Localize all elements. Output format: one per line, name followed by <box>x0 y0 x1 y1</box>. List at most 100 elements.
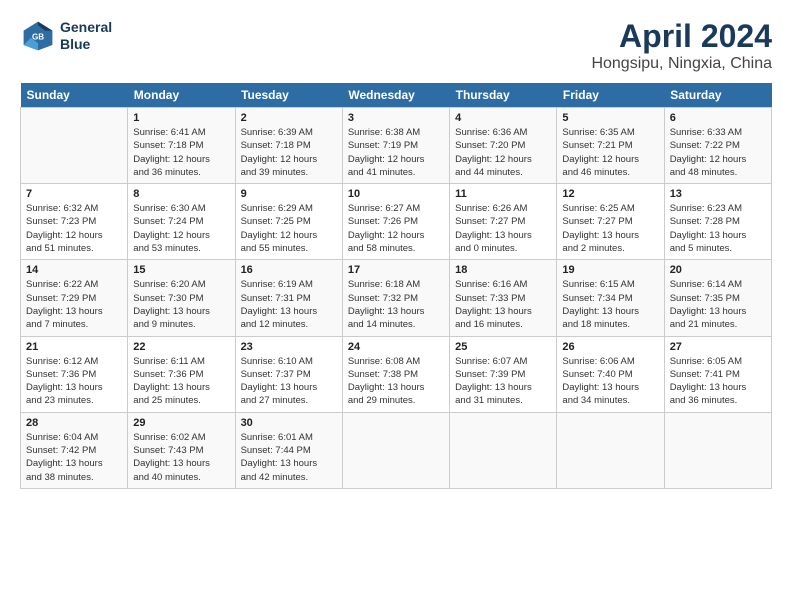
logo-icon: GB <box>20 18 56 54</box>
day-number: 19 <box>562 264 658 276</box>
calendar-cell <box>21 108 128 184</box>
day-number: 11 <box>455 188 551 200</box>
calendar-cell: 11 Sunrise: 6:26 AM Sunset: 7:27 PM Dayli… <box>450 184 557 260</box>
title-block: April 2024 Hongsipu, Ningxia, China <box>591 18 772 73</box>
day-info: Sunrise: 6:11 AM Sunset: 7:36 PM Dayligh… <box>133 355 229 408</box>
week-row-5: 28 Sunrise: 6:04 AM Sunset: 7:42 PM Dayli… <box>21 412 772 488</box>
calendar-cell: 25Sunrise: 6:07 AM Sunset: 7:39 PM Dayli… <box>450 336 557 412</box>
day-info: Sunrise: 6:30 AM Sunset: 7:24 PM Dayligh… <box>133 202 229 255</box>
day-number: 28 <box>26 417 122 429</box>
main-title: April 2024 <box>591 18 772 55</box>
day-info: Sunrise: 6:25 AM Sunset: 7:27 PM Dayligh… <box>562 202 658 255</box>
week-row-3: 14Sunrise: 6:22 AM Sunset: 7:29 PM Dayli… <box>21 260 772 336</box>
day-number: 6 <box>670 112 766 124</box>
calendar-cell <box>342 412 449 488</box>
calendar-cell: 27 Sunrise: 6:05 AM Sunset: 7:41 PM Dayli… <box>664 336 771 412</box>
day-info: Sunrise: 6:14 AM Sunset: 7:35 PM Dayligh… <box>670 278 766 331</box>
calendar-cell: 19 Sunrise: 6:15 AM Sunset: 7:34 PM Dayli… <box>557 260 664 336</box>
calendar-cell: 18 Sunrise: 6:16 AM Sunset: 7:33 PM Dayli… <box>450 260 557 336</box>
calendar-cell: 24 Sunrise: 6:08 AM Sunset: 7:38 PM Dayli… <box>342 336 449 412</box>
logo-text: General Blue <box>60 19 112 53</box>
day-info: Sunrise: 6:15 AM Sunset: 7:34 PM Dayligh… <box>562 278 658 331</box>
day-info: Sunrise: 6:05 AM Sunset: 7:41 PM Dayligh… <box>670 355 766 408</box>
calendar-cell: 13 Sunrise: 6:23 AM Sunset: 7:28 PM Dayli… <box>664 184 771 260</box>
day-number: 17 <box>348 264 444 276</box>
day-info: Sunrise: 6:18 AM Sunset: 7:32 PM Dayligh… <box>348 278 444 331</box>
day-info: Sunrise: 6:07 AM Sunset: 7:39 PM Dayligh… <box>455 355 551 408</box>
calendar-cell: 7Sunrise: 6:32 AM Sunset: 7:23 PM Daylig… <box>21 184 128 260</box>
calendar-cell: 14Sunrise: 6:22 AM Sunset: 7:29 PM Dayli… <box>21 260 128 336</box>
day-number: 10 <box>348 188 444 200</box>
calendar-cell: 3Sunrise: 6:38 AM Sunset: 7:19 PM Daylig… <box>342 108 449 184</box>
header: GB General Blue April 2024 Hongsipu, Nin… <box>20 18 772 73</box>
day-number: 29 <box>133 417 229 429</box>
calendar-cell: 22 Sunrise: 6:11 AM Sunset: 7:36 PM Dayli… <box>128 336 235 412</box>
day-number: 13 <box>670 188 766 200</box>
svg-text:GB: GB <box>32 33 44 42</box>
day-info: Sunrise: 6:22 AM Sunset: 7:29 PM Dayligh… <box>26 278 122 331</box>
day-number: 15 <box>133 264 229 276</box>
day-number: 30 <box>241 417 337 429</box>
day-info: Sunrise: 6:01 AM Sunset: 7:44 PM Dayligh… <box>241 431 337 484</box>
day-info: Sunrise: 6:19 AM Sunset: 7:31 PM Dayligh… <box>241 278 337 331</box>
subtitle: Hongsipu, Ningxia, China <box>591 55 772 73</box>
day-info: Sunrise: 6:39 AM Sunset: 7:18 PM Dayligh… <box>241 126 337 179</box>
day-number: 12 <box>562 188 658 200</box>
col-header-monday: Monday <box>128 83 235 108</box>
calendar-cell: 21Sunrise: 6:12 AM Sunset: 7:36 PM Dayli… <box>21 336 128 412</box>
day-number: 5 <box>562 112 658 124</box>
day-number: 24 <box>348 341 444 353</box>
day-number: 26 <box>562 341 658 353</box>
calendar-cell: 8 Sunrise: 6:30 AM Sunset: 7:24 PM Daylig… <box>128 184 235 260</box>
day-info: Sunrise: 6:29 AM Sunset: 7:25 PM Dayligh… <box>241 202 337 255</box>
calendar-cell <box>450 412 557 488</box>
col-header-saturday: Saturday <box>664 83 771 108</box>
calendar-cell: 16 Sunrise: 6:19 AM Sunset: 7:31 PM Dayli… <box>235 260 342 336</box>
calendar-cell: 17 Sunrise: 6:18 AM Sunset: 7:32 PM Dayli… <box>342 260 449 336</box>
calendar-cell: 2 Sunrise: 6:39 AM Sunset: 7:18 PM Daylig… <box>235 108 342 184</box>
day-number: 1 <box>133 112 229 124</box>
calendar-cell: 1 Sunrise: 6:41 AM Sunset: 7:18 PM Daylig… <box>128 108 235 184</box>
col-header-friday: Friday <box>557 83 664 108</box>
calendar-cell: 26 Sunrise: 6:06 AM Sunset: 7:40 PM Dayli… <box>557 336 664 412</box>
day-number: 2 <box>241 112 337 124</box>
day-number: 22 <box>133 341 229 353</box>
day-number: 18 <box>455 264 551 276</box>
day-info: Sunrise: 6:27 AM Sunset: 7:26 PM Dayligh… <box>348 202 444 255</box>
day-info: Sunrise: 6:12 AM Sunset: 7:36 PM Dayligh… <box>26 355 122 408</box>
day-info: Sunrise: 6:10 AM Sunset: 7:37 PM Dayligh… <box>241 355 337 408</box>
day-info: Sunrise: 6:06 AM Sunset: 7:40 PM Dayligh… <box>562 355 658 408</box>
week-row-4: 21Sunrise: 6:12 AM Sunset: 7:36 PM Dayli… <box>21 336 772 412</box>
day-info: Sunrise: 6:26 AM Sunset: 7:27 PM Dayligh… <box>455 202 551 255</box>
day-info: Sunrise: 6:36 AM Sunset: 7:20 PM Dayligh… <box>455 126 551 179</box>
day-info: Sunrise: 6:20 AM Sunset: 7:30 PM Dayligh… <box>133 278 229 331</box>
calendar-cell: 9Sunrise: 6:29 AM Sunset: 7:25 PM Daylig… <box>235 184 342 260</box>
col-header-thursday: Thursday <box>450 83 557 108</box>
calendar-cell: 15 Sunrise: 6:20 AM Sunset: 7:30 PM Dayli… <box>128 260 235 336</box>
calendar-cell: 4 Sunrise: 6:36 AM Sunset: 7:20 PM Daylig… <box>450 108 557 184</box>
calendar-cell <box>664 412 771 488</box>
col-header-tuesday: Tuesday <box>235 83 342 108</box>
day-number: 4 <box>455 112 551 124</box>
day-number: 16 <box>241 264 337 276</box>
page: GB General Blue April 2024 Hongsipu, Nin… <box>0 0 792 499</box>
calendar-cell: 10 Sunrise: 6:27 AM Sunset: 7:26 PM Dayli… <box>342 184 449 260</box>
day-number: 8 <box>133 188 229 200</box>
day-info: Sunrise: 6:32 AM Sunset: 7:23 PM Dayligh… <box>26 202 122 255</box>
calendar-cell: 23 Sunrise: 6:10 AM Sunset: 7:37 PM Dayli… <box>235 336 342 412</box>
logo-line2: Blue <box>60 36 112 53</box>
day-info: Sunrise: 6:08 AM Sunset: 7:38 PM Dayligh… <box>348 355 444 408</box>
day-info: Sunrise: 6:16 AM Sunset: 7:33 PM Dayligh… <box>455 278 551 331</box>
col-header-wednesday: Wednesday <box>342 83 449 108</box>
day-number: 27 <box>670 341 766 353</box>
calendar-cell: 28 Sunrise: 6:04 AM Sunset: 7:42 PM Dayli… <box>21 412 128 488</box>
day-info: Sunrise: 6:41 AM Sunset: 7:18 PM Dayligh… <box>133 126 229 179</box>
calendar-cell: 12 Sunrise: 6:25 AM Sunset: 7:27 PM Dayli… <box>557 184 664 260</box>
day-info: Sunrise: 6:23 AM Sunset: 7:28 PM Dayligh… <box>670 202 766 255</box>
day-number: 20 <box>670 264 766 276</box>
day-info: Sunrise: 6:33 AM Sunset: 7:22 PM Dayligh… <box>670 126 766 179</box>
day-info: Sunrise: 6:04 AM Sunset: 7:42 PM Dayligh… <box>26 431 122 484</box>
day-info: Sunrise: 6:35 AM Sunset: 7:21 PM Dayligh… <box>562 126 658 179</box>
day-number: 23 <box>241 341 337 353</box>
calendar-cell <box>557 412 664 488</box>
